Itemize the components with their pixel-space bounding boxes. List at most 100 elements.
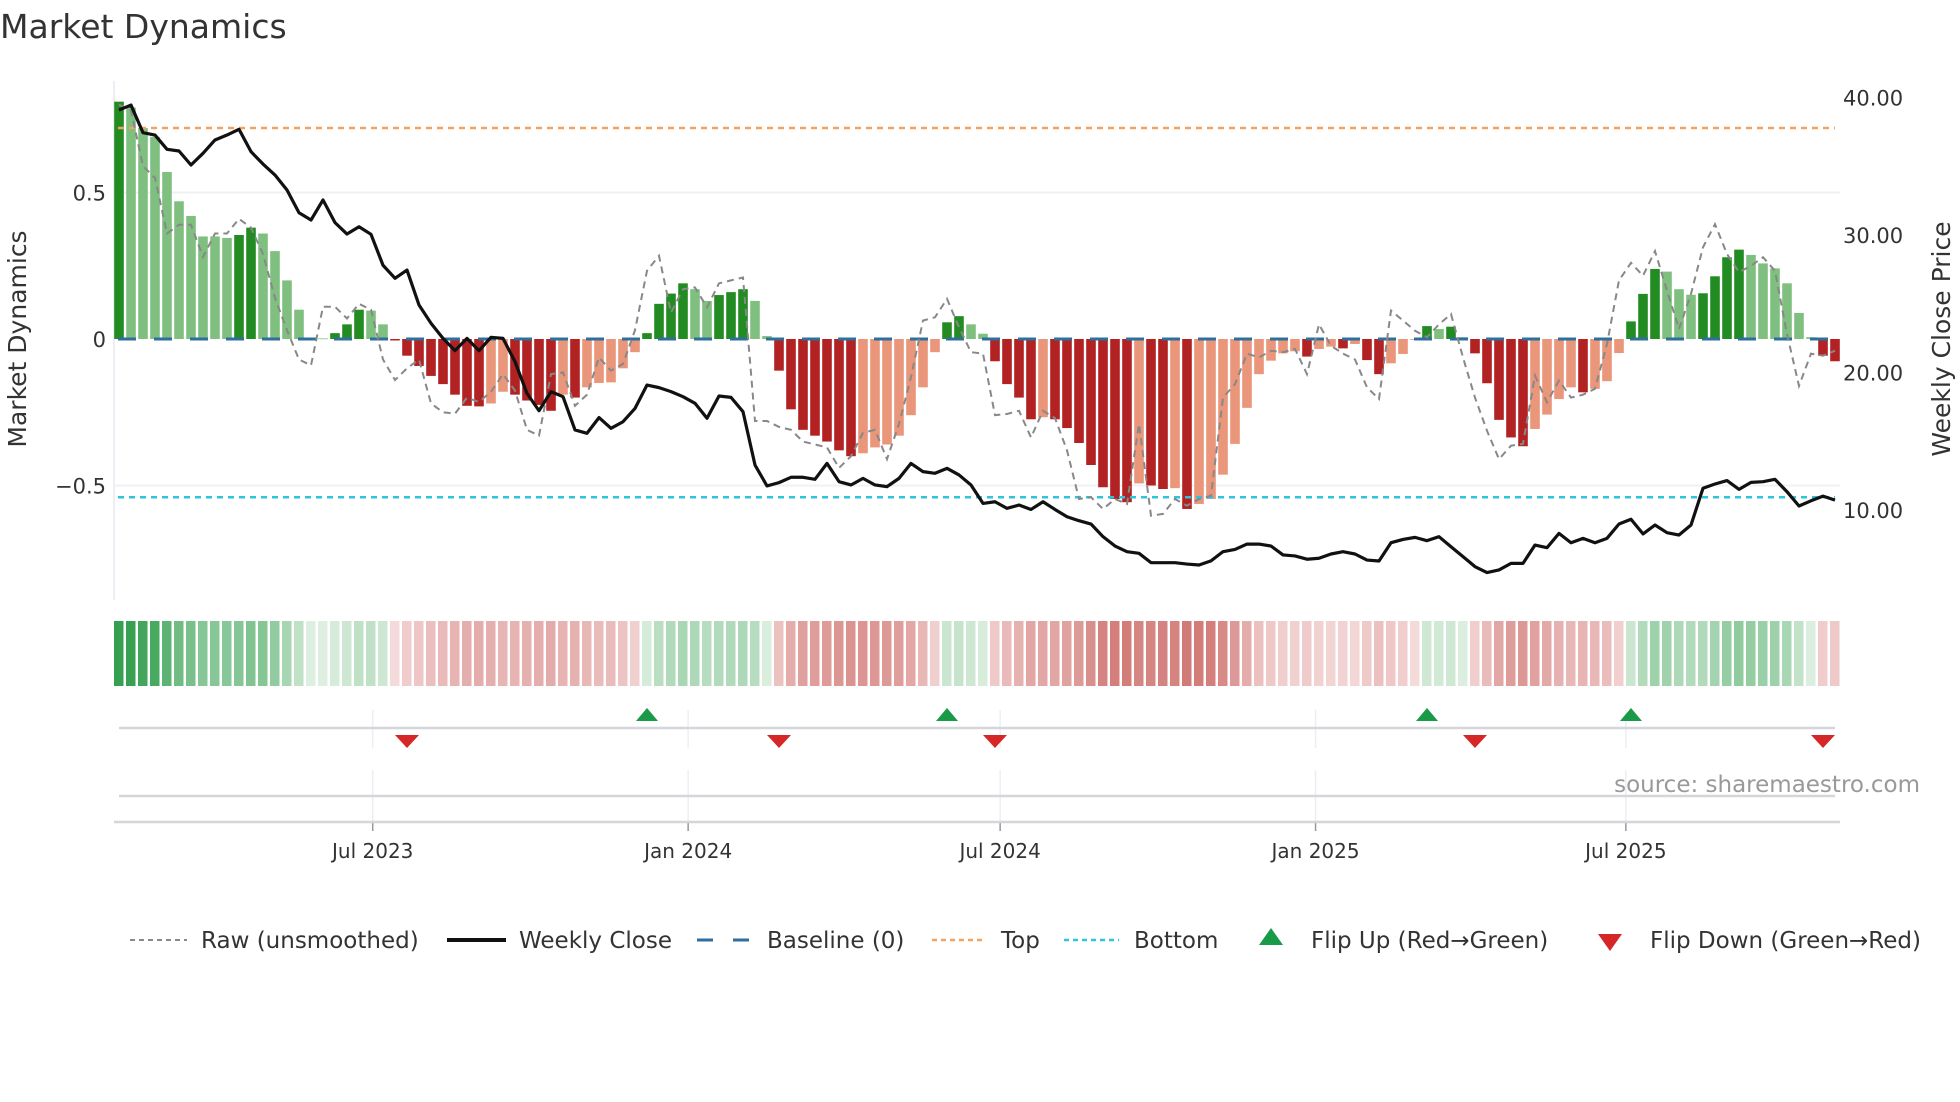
momentum-bar: [1722, 257, 1732, 339]
regime-cell: [1686, 621, 1696, 686]
momentum-bar: [1158, 339, 1168, 490]
flip-down-icon: [1598, 934, 1622, 951]
regime-cell: [1518, 621, 1528, 686]
momentum-bar: [1062, 339, 1072, 429]
momentum-bar: [1506, 339, 1516, 438]
flip-down-marker: [983, 735, 1007, 748]
momentum-bar: [750, 300, 760, 339]
momentum-bar: [1242, 339, 1252, 408]
regime-cell: [1350, 621, 1360, 686]
regime-cell: [1434, 621, 1444, 686]
legend-label: Baseline (0): [767, 928, 904, 954]
momentum-bar: [846, 339, 856, 457]
regime-cell: [1410, 621, 1420, 686]
regime-cell: [1782, 621, 1792, 686]
momentum-bar: [822, 339, 832, 442]
flip-up-marker: [1416, 708, 1438, 721]
regime-cell: [1098, 621, 1108, 686]
regime-cell: [1662, 621, 1672, 686]
momentum-bar: [390, 339, 400, 341]
momentum-bar: [1794, 312, 1804, 339]
regime-cell: [702, 621, 712, 686]
legend-item-flip-down: Flip Down (Green→Red): [1598, 928, 1921, 954]
regime-cell: [510, 621, 520, 686]
regime-cell: [1446, 621, 1456, 686]
regime-cell: [1218, 621, 1228, 686]
momentum-bar: [1038, 339, 1048, 418]
regime-cell: [846, 621, 856, 686]
flip-up-marker: [636, 708, 658, 721]
regime-cell: [858, 621, 868, 686]
momentum-bar: [930, 339, 940, 353]
regime-cell: [1422, 621, 1432, 686]
regime-cell: [414, 621, 424, 686]
momentum-bar: [534, 339, 544, 405]
momentum-bar: [570, 339, 580, 398]
regime-cell: [918, 621, 928, 686]
regime-cell: [1014, 621, 1024, 686]
momentum-bar: [342, 324, 352, 339]
regime-cell: [438, 621, 448, 686]
regime-cell: [834, 621, 844, 686]
regime-cell: [690, 621, 700, 686]
regime-cell: [1470, 621, 1480, 686]
momentum-bar: [114, 101, 124, 339]
regime-cell: [1830, 621, 1840, 686]
momentum-bar: [1194, 339, 1204, 504]
regime-cell: [654, 621, 664, 686]
momentum-bar: [1110, 339, 1120, 499]
momentum-bar: [1662, 271, 1672, 339]
regime-cell: [210, 621, 220, 686]
regime-cell: [930, 621, 940, 686]
regime-cell: [1626, 621, 1636, 686]
regime-cell: [1734, 621, 1744, 686]
momentum-bar: [1494, 339, 1504, 420]
regime-cell: [462, 621, 472, 686]
momentum-bar: [966, 324, 976, 339]
momentum-bar: [798, 339, 808, 430]
regime-cell: [1398, 621, 1408, 686]
momentum-bar: [210, 236, 220, 339]
x-tick-label: Jan 2025: [1270, 839, 1360, 863]
regime-cell: [978, 621, 988, 686]
flip-down-marker: [1811, 735, 1835, 748]
momentum-bar: [1830, 339, 1840, 362]
regime-cell: [810, 621, 820, 686]
regime-cell: [1158, 621, 1168, 686]
regime-cell: [738, 621, 748, 686]
legend-label: Top: [1000, 928, 1040, 954]
regime-cell: [1374, 621, 1384, 686]
regime-cell: [594, 621, 604, 686]
momentum-bar: [1638, 293, 1648, 339]
flip-up-marker: [1620, 708, 1642, 721]
flip-up-icon: [1259, 928, 1283, 945]
momentum-bar: [942, 322, 952, 339]
regime-cell: [294, 621, 304, 686]
momentum-bar: [1470, 339, 1480, 354]
momentum-bar: [486, 339, 496, 404]
regime-cell: [150, 621, 160, 686]
momentum-bar: [1626, 321, 1636, 339]
momentum-bar: [294, 309, 304, 339]
regime-cell: [1614, 621, 1624, 686]
regime-cell: [1566, 621, 1576, 686]
y-axis-label: Market Dynamics: [3, 230, 32, 447]
momentum-bar: [726, 292, 736, 339]
momentum-bar: [1134, 339, 1144, 484]
momentum-bar: [858, 339, 868, 454]
regime-cell: [354, 621, 364, 686]
momentum-bar: [1098, 339, 1108, 488]
regime-cell: [822, 621, 832, 686]
regime-cell: [198, 621, 208, 686]
momentum-bar: [1650, 268, 1660, 339]
regime-cell: [474, 621, 484, 686]
regime-cell: [1026, 621, 1036, 686]
momentum-bar: [810, 339, 820, 436]
regime-cell: [1458, 621, 1468, 686]
regime-cell: [1302, 621, 1312, 686]
regime-cell: [1050, 621, 1060, 686]
momentum-bar: [222, 237, 232, 339]
regime-cell: [246, 621, 256, 686]
legend-label: Flip Up (Red→Green): [1311, 928, 1548, 954]
regime-cell: [486, 621, 496, 686]
